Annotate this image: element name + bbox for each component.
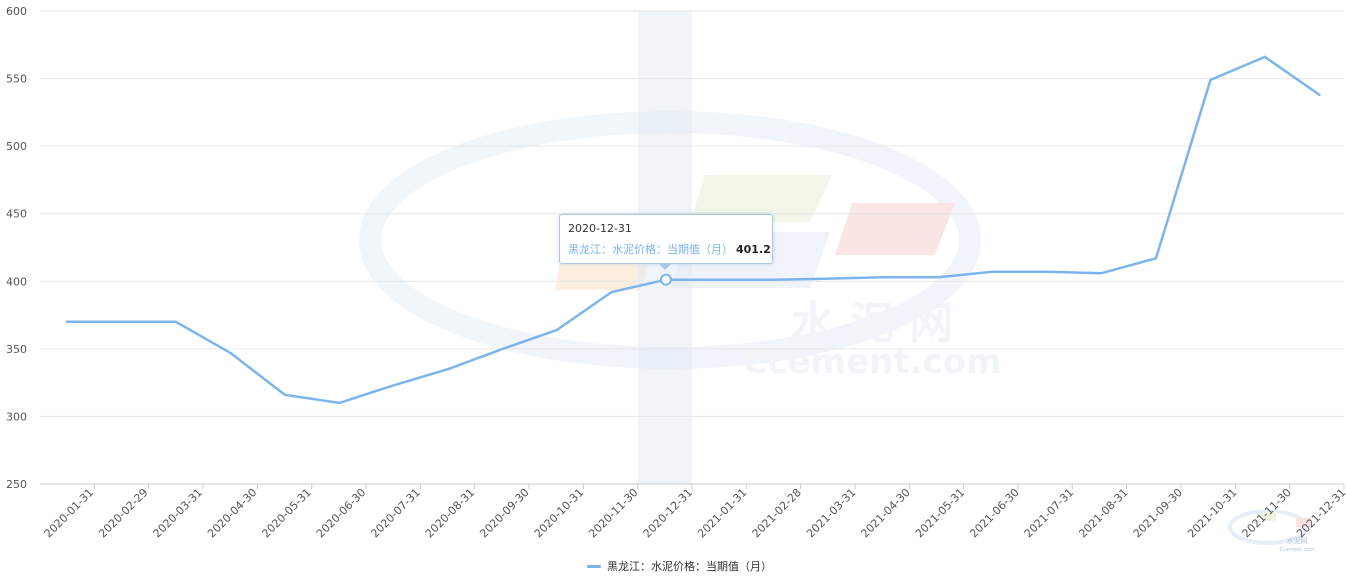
data-point[interactable] bbox=[64, 319, 70, 325]
x-tick-label: 2020-01-31 bbox=[42, 486, 96, 540]
x-tick-label: 2020-04-30 bbox=[205, 486, 259, 540]
y-tick-label: 350 bbox=[6, 343, 27, 356]
tooltip-row: 黑龙江：水泥价格：当期值（月） 401.2 bbox=[568, 241, 771, 257]
highlighted-point[interactable] bbox=[659, 273, 672, 286]
data-point[interactable] bbox=[935, 274, 941, 280]
x-tick-label: 2021-09-30 bbox=[1131, 486, 1185, 540]
tooltip-value: 401.2 bbox=[736, 243, 771, 256]
data-point[interactable] bbox=[227, 350, 233, 356]
tooltip-series-label: 黑龙江：水泥价格：当期值（月） bbox=[568, 243, 733, 256]
watermark-red-block bbox=[835, 203, 955, 255]
data-point[interactable] bbox=[554, 327, 560, 333]
data-point[interactable] bbox=[717, 277, 723, 283]
x-tick-label: 2020-11-30 bbox=[586, 486, 640, 540]
x-tick-label: 2021-03-31 bbox=[804, 486, 858, 540]
data-point[interactable] bbox=[990, 269, 996, 275]
x-tick-label: 2021-12-31 bbox=[1294, 486, 1347, 540]
x-tick-label: 2020-10-31 bbox=[532, 486, 586, 540]
x-tick-label: 2020-03-31 bbox=[151, 486, 205, 540]
data-point[interactable] bbox=[1262, 54, 1268, 60]
legend[interactable]: 黑龙江：水泥价格：当期值（月） bbox=[587, 558, 772, 574]
data-point[interactable] bbox=[500, 346, 506, 352]
tooltip-date: 2020-12-31 bbox=[568, 222, 632, 235]
x-tick-label: 2020-08-31 bbox=[423, 486, 477, 540]
y-tick-label: 500 bbox=[6, 140, 27, 153]
x-tick-label: 2021-07-31 bbox=[1022, 486, 1076, 540]
x-tick-label: 2021-02-28 bbox=[750, 486, 804, 540]
x-tick-label: 2021-04-30 bbox=[858, 486, 912, 540]
y-tick-label: 400 bbox=[6, 275, 27, 288]
tooltip: 2020-12-31 黑龙江：水泥价格：当期值（月） 401.2 bbox=[559, 214, 773, 270]
data-point[interactable] bbox=[173, 319, 179, 325]
x-tick-label: 2020-09-30 bbox=[477, 486, 531, 540]
legend-swatch bbox=[587, 564, 601, 568]
y-tick-label: 600 bbox=[6, 5, 27, 18]
data-point[interactable] bbox=[336, 400, 342, 406]
x-tick-label: 2021-08-31 bbox=[1076, 486, 1130, 540]
data-point[interactable] bbox=[826, 276, 832, 282]
x-tick-label: 2021-01-31 bbox=[695, 486, 749, 540]
y-axis: 250 300 350 400 450 500 550 600 bbox=[6, 5, 27, 491]
data-point[interactable] bbox=[391, 382, 397, 388]
y-tick-label: 550 bbox=[6, 73, 27, 86]
data-point[interactable] bbox=[118, 319, 124, 325]
data-point[interactable] bbox=[609, 289, 615, 295]
y-tick-label: 250 bbox=[6, 478, 27, 491]
data-point[interactable] bbox=[1044, 269, 1050, 275]
x-tick-label: 2020-12-31 bbox=[641, 486, 695, 540]
data-point[interactable] bbox=[1207, 77, 1213, 83]
chart: 水 泥 网 Ccement.com 水泥网 Ccement.com 250300… bbox=[6, 5, 1347, 553]
data-point[interactable] bbox=[772, 277, 778, 283]
legend-label: 黑龙江：水泥价格：当期值（月） bbox=[607, 560, 772, 573]
data-point[interactable] bbox=[445, 366, 451, 372]
data-point[interactable] bbox=[282, 392, 288, 398]
data-point[interactable] bbox=[1153, 255, 1159, 261]
watermark-domain: Ccement.com bbox=[743, 342, 1002, 382]
x-tick-label: 2020-06-30 bbox=[314, 486, 368, 540]
data-point[interactable] bbox=[881, 274, 887, 280]
data-point[interactable] bbox=[1316, 92, 1322, 98]
x-tick-label: 2021-05-31 bbox=[913, 486, 967, 540]
data-point[interactable] bbox=[1099, 270, 1105, 276]
y-tick-label: 300 bbox=[6, 410, 27, 423]
x-tick-label: 2020-02-29 bbox=[96, 486, 150, 540]
y-tick-label: 450 bbox=[6, 208, 27, 221]
x-tick-label: 2020-05-31 bbox=[260, 486, 314, 540]
x-tick-label: 2020-07-31 bbox=[368, 486, 422, 540]
small-watermark-domain: Ccement.com bbox=[1280, 547, 1315, 553]
x-axis: 2020-01-31 2020-02-29 2020-03-31 2020-04-30… bbox=[42, 484, 1347, 540]
x-tick-label: 2021-06-30 bbox=[967, 486, 1021, 540]
